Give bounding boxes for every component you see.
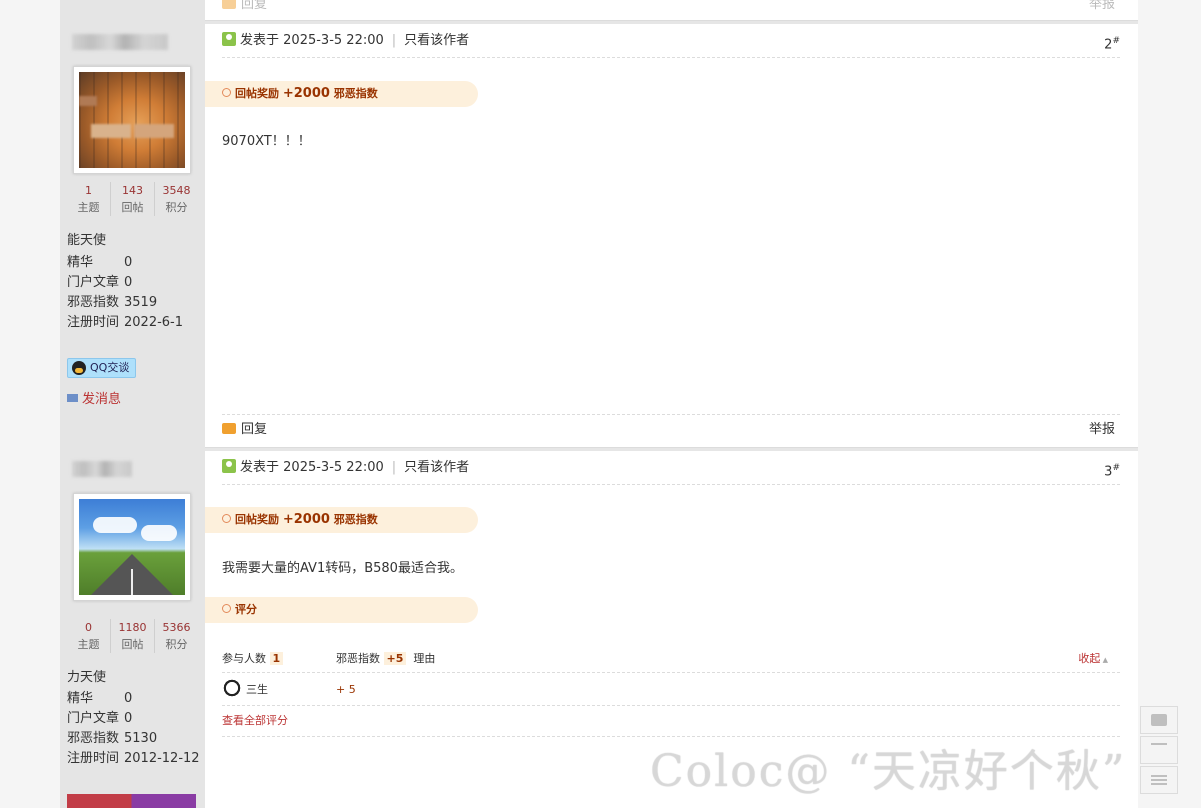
post-header: 发表于 2025-3-5 22:00 | 只看该作者 3# [222,459,1120,485]
only-author-link[interactable]: 只看该作者 [404,33,469,48]
envelope-icon [67,394,78,402]
prev-report-link[interactable]: 举报 [1089,0,1115,20]
post-floor-2: 1 主题 143 回帖 3548 积分 能天使 精华 0 门户文章 0 邪恶指数 3519 … [60,24,1138,447]
back-to-list-button[interactable] [1140,766,1178,794]
rating-participants-count: 1 [269,652,284,665]
stat-threads[interactable]: 0 主题 [67,619,110,653]
stat-points[interactable]: 3548 积分 [154,182,198,216]
user-rank[interactable]: 力天使 [67,666,106,685]
author-sidebar: 1 主题 143 回帖 3548 积分 能天使 精华 0 门户文章 0 邪恶指数 3519 … [60,24,205,447]
author-stats: 0 主题 1180 回帖 5366 积分 [67,619,198,653]
rater-name[interactable]: 三生 [246,683,268,696]
previous-post-tail: 回复 举报 [60,0,1138,20]
post-body: 发表于 2025-3-5 22:00 | 只看该作者 2# 回帖奖励 +2000 邪… [205,24,1138,447]
rating-header: 参与人数 1 邪恶指数 +5 理由 收起 [222,645,1120,673]
author-stats: 1 主题 143 回帖 3548 积分 [67,182,198,216]
avatar[interactable] [73,493,191,601]
author-info: 精华 0 门户文章 0 邪恶指数 3519 注册时间 2022-6-1 [67,253,202,333]
user-rank[interactable]: 能天使 [67,229,106,248]
online-user-icon [222,459,236,473]
info-row-digest: 精华 0 [67,691,133,706]
reply-reward-banner: 回帖奖励 +2000 邪恶指数 [205,81,478,107]
stat-threads[interactable]: 1 主题 [67,182,110,216]
avatar[interactable] [73,66,191,174]
post-datetime: 2025-3-5 22:00 [283,460,384,475]
circle-icon [222,88,231,97]
rater-avatar[interactable] [222,679,242,699]
send-message-link[interactable]: 发消息 [67,388,121,407]
author-info: 精华 0 门户文章 0 邪恶指数 5130 注册时间 2012-12-12 [67,689,202,769]
floor-number[interactable]: 3# [1104,459,1120,481]
report-link[interactable]: 举报 [1089,415,1115,445]
info-row-register-date: 注册时间 2022-6-1 [67,315,184,330]
comment-icon [1151,714,1167,726]
qq-chat-button[interactable]: QQ交谈 [67,358,136,378]
circle-icon [222,604,231,613]
view-all-ratings-link[interactable]: 查看全部评分 [222,707,1120,737]
rating-row: 三生 + 5 [222,674,1120,706]
circle-icon [222,514,231,523]
info-row-digest: 精华 0 [67,255,133,270]
medal-banner [67,794,196,808]
post-header: 发表于 2025-3-5 22:00 | 只看该作者 2# [222,32,1120,58]
post-content: 9070XT！！！ [222,134,311,149]
rating-score-total: +5 [383,652,407,665]
author-sidebar: 0 主题 1180 回帖 5366 积分 力天使 精华 0 门户文章 0 邪恶指数 5130… [60,451,205,808]
reply-icon [222,423,236,434]
author-name-blurred [72,461,132,477]
qq-penguin-icon [72,361,86,375]
info-row-evil-index: 邪恶指数 3519 [67,295,158,310]
collapse-rating-button[interactable]: 收起 [1078,645,1108,674]
avatar-image [79,499,185,595]
post-content: 我需要大量的AV1转码，B580最适合我。 [222,561,463,576]
online-user-icon [222,32,236,46]
quick-reply-button[interactable] [1140,706,1178,734]
back-to-top-button[interactable] [1140,736,1178,764]
reply-reward-banner: 回帖奖励 +2000 邪恶指数 [205,507,478,533]
info-row-articles: 门户文章 0 [67,711,133,726]
post-datetime: 2025-3-5 22:00 [283,33,384,48]
info-row-articles: 门户文章 0 [67,275,133,290]
only-author-link[interactable]: 只看该作者 [404,460,469,475]
avatar-image [79,72,185,168]
stat-points[interactable]: 5366 积分 [154,619,198,653]
thread-page: 回复 举报 1 主题 143 回帖 3548 积分 能天使 精华 0 门户文章 0 [60,0,1138,808]
info-row-evil-index: 邪恶指数 5130 [67,731,158,746]
rater-points: + 5 [336,683,356,696]
floating-toolbar [1140,706,1178,796]
author-name-blurred [72,34,168,50]
floor-number[interactable]: 2# [1104,32,1120,54]
prev-post-footer: 回复 举报 [222,0,1120,20]
watermark: Coloc@ “天凉好个秋” [650,746,1127,797]
reply-link[interactable]: 回复 [241,422,267,437]
list-icon [1151,775,1167,785]
rating-title-banner: 评分 [205,597,478,623]
reply-icon [222,0,236,9]
info-row-register-date: 注册时间 2012-12-12 [67,751,200,766]
stat-replies[interactable]: 1180 回帖 [110,619,154,653]
back-to-top-icon [1151,743,1167,745]
post-footer: 回复 举报 [222,414,1120,444]
stat-replies[interactable]: 143 回帖 [110,182,154,216]
prev-reply-link[interactable]: 回复 [241,0,267,12]
